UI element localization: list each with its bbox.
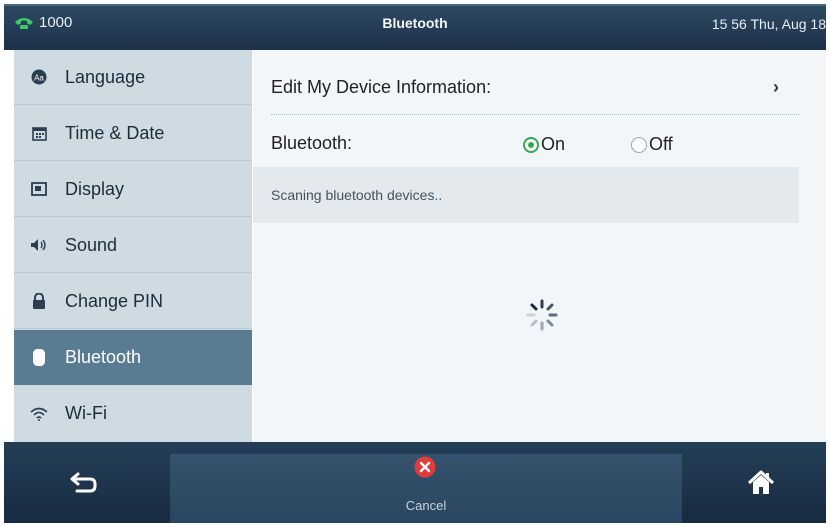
phone-screen: 1000 Bluetooth 15 56 Thu, Aug 18 Aa Lang… <box>0 0 830 527</box>
sidebar-item-time-date[interactable]: Time & Date <box>14 106 252 161</box>
speaker-icon <box>29 235 49 255</box>
soft-key-bar: Cancel <box>4 442 826 523</box>
clock: 15 56 Thu, Aug 18 <box>711 16 826 32</box>
cancel-x-icon <box>414 456 436 478</box>
svg-text:Aa: Aa <box>34 74 44 83</box>
page-title: Bluetooth <box>382 15 448 31</box>
chevron-right-icon: › <box>773 77 779 97</box>
back-button[interactable] <box>64 466 104 500</box>
sidebar-item-label: Change PIN <box>65 290 164 311</box>
bluetooth-off-radio[interactable]: Off <box>631 134 673 155</box>
radio-off-label: Off <box>649 134 673 154</box>
scan-status-bar: Scaning bluetooth devices.. <box>253 167 799 223</box>
bluetooth-toggle-row: Bluetooth: On Off <box>271 116 799 171</box>
sidebar-item-change-pin[interactable]: Change PIN <box>14 274 252 329</box>
sidebar-item-label: Wi-Fi <box>65 403 107 423</box>
sidebar-item-label: Display <box>65 178 125 199</box>
sidebar-item-label: Time & Date <box>65 122 165 143</box>
home-button[interactable] <box>744 466 778 500</box>
sidebar-item-display[interactable]: Display <box>14 162 252 217</box>
bluetooth-label: Bluetooth: <box>271 132 353 153</box>
home-icon <box>747 470 775 494</box>
sidebar-item-sound[interactable]: Sound <box>14 218 252 273</box>
loading-spinner-icon <box>526 299 558 331</box>
scan-status-text: Scaning bluetooth devices.. <box>271 187 443 203</box>
wifi-icon <box>29 404 49 424</box>
cancel-label: Cancel <box>405 498 447 513</box>
cancel-button[interactable]: Cancel <box>170 454 682 523</box>
sidebar-item-wifi[interactable]: Wi-Fi <box>14 386 252 441</box>
radio-unselected-icon <box>631 136 647 153</box>
status-bar: 1000 Bluetooth 15 56 Thu, Aug 18 <box>4 4 826 50</box>
calendar-icon <box>29 123 49 143</box>
bluetooth-settings-panel: Edit My Device Information: › Bluetooth:… <box>253 50 826 442</box>
radio-selected-icon <box>523 136 539 153</box>
edit-device-info-row[interactable]: Edit My Device Information: › <box>271 60 799 115</box>
bluetooth-on-radio[interactable]: On <box>523 134 565 155</box>
sidebar-item-bluetooth[interactable]: Bluetooth <box>14 330 252 385</box>
sidebar-item-label: Language <box>65 66 146 87</box>
settings-sidebar: Aa Language Time & Date Display Sound Ch… <box>14 50 252 442</box>
display-icon <box>29 179 49 199</box>
back-arrow-icon <box>70 472 97 493</box>
language-icon: Aa <box>29 67 49 87</box>
sidebar-item-label: Bluetooth <box>65 346 142 367</box>
sidebar-item-label: Sound <box>65 234 118 255</box>
bluetooth-icon <box>29 347 49 367</box>
radio-on-label: On <box>541 134 566 154</box>
edit-device-info-label: Edit My Device Information: <box>271 76 492 97</box>
lock-icon <box>29 291 49 311</box>
sidebar-item-language[interactable]: Aa Language <box>14 50 252 105</box>
